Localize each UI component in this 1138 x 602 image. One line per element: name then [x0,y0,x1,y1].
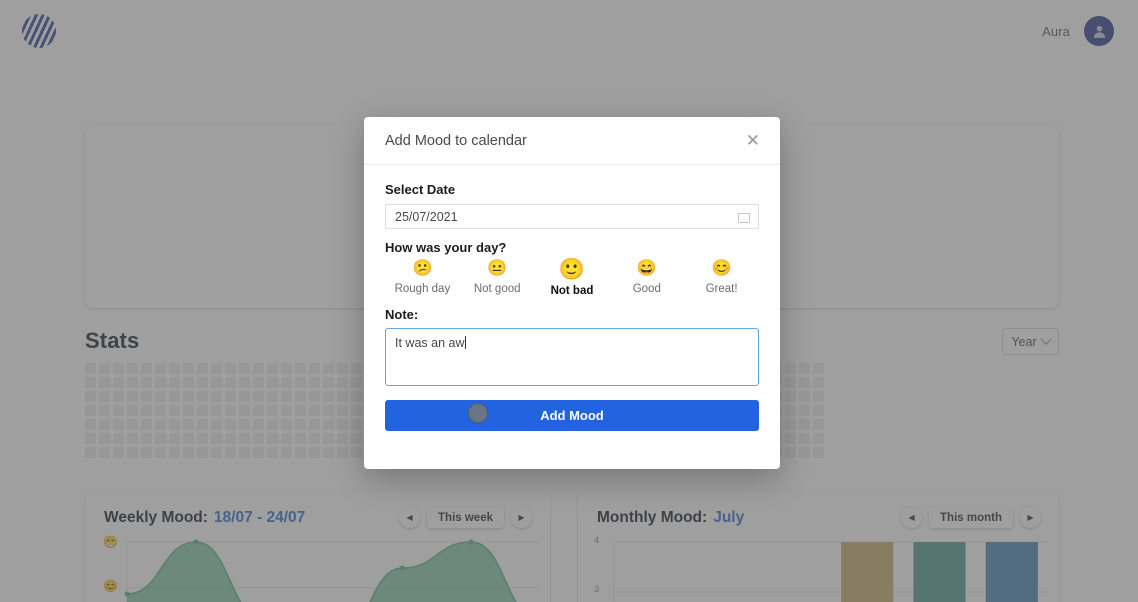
note-textarea[interactable]: It was an aw [385,328,759,386]
calendar-icon[interactable] [738,211,750,223]
mood-emoji-icon: 😄 [636,260,657,277]
mood-option-label: Great! [705,283,738,295]
mood-emoji-icon: 🙂 [558,258,586,281]
mood-option-0[interactable]: 😕 Rough day [385,259,460,297]
dialog-header: Add Mood to calendar ✕ [364,117,780,165]
close-icon[interactable]: ✕ [746,132,760,149]
add-mood-button[interactable]: Add Mood [385,400,759,431]
dialog-title: Add Mood to calendar [385,132,527,149]
mood-option-label: Not bad [550,285,594,297]
day-question-label: How was your day? [385,240,507,255]
mood-emoji-icon: 😕 [412,260,433,277]
date-input[interactable]: 25/07/2021 [385,204,759,229]
mouse-cursor [468,403,488,423]
mood-emoji-icon: 😊 [711,260,732,277]
note-label: Note: [385,307,419,322]
date-input-value: 25/07/2021 [395,209,458,224]
mood-option-4[interactable]: 😊 Great! [684,259,759,297]
note-textarea-value: It was an aw [395,336,465,350]
mood-option-1[interactable]: 😐 Not good [460,259,535,297]
mood-option-3[interactable]: 😄 Good [609,259,684,297]
text-caret [465,336,467,349]
dialog-body: Select Date 25/07/2021 How was your day?… [364,165,780,469]
mood-option-label: Not good [473,283,521,295]
mood-option-label: Rough day [394,283,451,295]
mood-option-2[interactable]: 🙂 Not bad [535,258,610,298]
mood-option-label: Good [632,283,661,295]
mood-emoji-icon: 😐 [487,260,508,277]
add-mood-dialog: Add Mood to calendar ✕ Select Date 25/07… [364,117,780,469]
select-date-label: Select Date [385,182,456,197]
app-root: Aura Stats Year Weekly Mood:18/07 - 24/0… [0,0,1138,602]
mood-selector[interactable]: 😕 Rough day 😐 Not good 🙂 Not bad 😄 Good 😊 Great! [385,258,759,298]
